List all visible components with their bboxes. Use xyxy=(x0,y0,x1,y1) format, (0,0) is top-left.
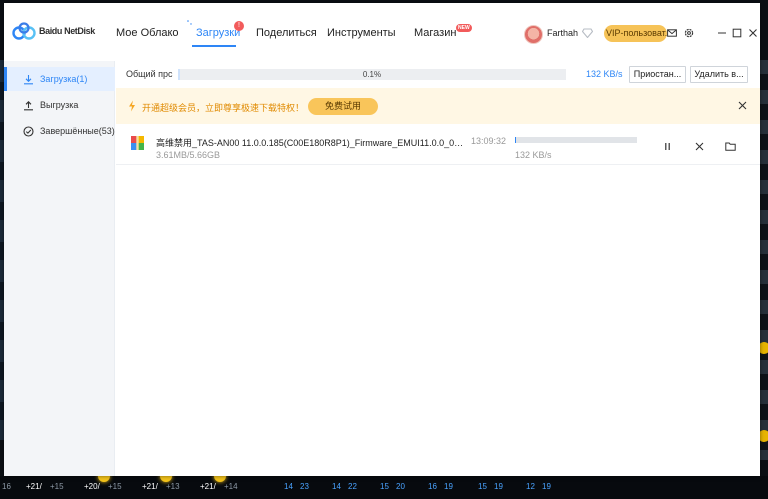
download-progress-fill xyxy=(515,137,516,143)
tab-tools[interactable]: Инструменты xyxy=(327,27,396,39)
downloads-panel: Общий прс 0.1% 132 KB/s Приостан... Удал… xyxy=(116,61,760,476)
active-tab-underline xyxy=(192,45,236,47)
folder-icon[interactable] xyxy=(725,141,736,152)
weather-number: +15 xyxy=(108,482,122,491)
title-bar[interactable]: Baidu NetDisk Мое Облако Загрузки ! Поде… xyxy=(4,3,760,61)
overall-speed: 132 KB/s xyxy=(586,69,623,79)
weather-number: +15 xyxy=(50,482,64,491)
weather-number: 16 xyxy=(2,482,11,491)
weather-number: +21/ xyxy=(200,482,216,491)
sidebar-item-completed[interactable]: Завершённые(53) xyxy=(4,119,115,143)
weather-number: 22 xyxy=(348,482,357,491)
tab-downloads[interactable]: Загрузки xyxy=(196,27,240,39)
download-size: 3.61MB/5.66GB xyxy=(156,150,221,160)
store-new-badge: NEW xyxy=(456,24,472,32)
weather-number: 19 xyxy=(444,482,453,491)
tab-share[interactable]: Поделиться xyxy=(256,27,317,39)
close-icon[interactable] xyxy=(748,28,758,38)
weather-number: 15 xyxy=(380,482,389,491)
weather-number: +21/ xyxy=(142,482,158,491)
delete-all-button[interactable]: Удалить в... xyxy=(690,66,748,83)
sidebar-item-label: Загрузка(1) xyxy=(40,74,88,84)
baidu-netdisk-window: Baidu NetDisk Мое Облако Загрузки ! Поде… xyxy=(4,3,760,476)
weather-number: +13 xyxy=(166,482,180,491)
weather-number: 16 xyxy=(428,482,437,491)
overall-progress-track: 0.1% xyxy=(178,69,566,80)
weather-number: 19 xyxy=(494,482,503,491)
minimize-icon[interactable] xyxy=(717,28,727,38)
weather-number: 12 xyxy=(526,482,535,491)
weather-number: +14 xyxy=(224,482,238,491)
sparkle-icon xyxy=(187,20,192,25)
weather-number: 15 xyxy=(478,482,487,491)
maximize-icon[interactable] xyxy=(732,28,742,38)
overall-progress-percent: 0.1% xyxy=(362,70,382,79)
pause-all-button[interactable]: Приостан... xyxy=(629,66,686,83)
banner-close-icon[interactable] xyxy=(738,101,747,110)
tab-my-cloud[interactable]: Мое Облако xyxy=(116,27,179,39)
vip-promo-banner: 开通超级会员，立即尊享极速下载特权！ 免费试用 xyxy=(116,88,760,124)
tab-store[interactable]: Магазин xyxy=(414,27,456,39)
background-strip-right xyxy=(760,60,768,460)
avatar[interactable] xyxy=(524,25,543,44)
app-logo: Baidu NetDisk xyxy=(12,22,95,40)
overall-progress-label: Общий прс xyxy=(126,69,173,79)
sidebar-item-label: Завершённые(53) xyxy=(40,126,115,136)
weather-number: +20/ xyxy=(84,482,100,491)
cloud-logo-icon xyxy=(12,22,36,40)
weather-number: 23 xyxy=(300,482,309,491)
pause-icon[interactable] xyxy=(662,141,673,152)
weather-number: +21/ xyxy=(26,482,42,491)
download-icon xyxy=(24,74,33,84)
download-speed: 132 KB/s xyxy=(515,150,552,160)
weather-number: 14 xyxy=(332,482,341,491)
vip-promo-text: 开通超级会员，立即尊享极速下载特权！ xyxy=(142,103,305,113)
weather-number: 20 xyxy=(396,482,405,491)
archive-file-icon xyxy=(131,136,144,150)
download-time: 13:09:32 xyxy=(471,136,507,146)
download-progress-track xyxy=(515,137,637,143)
app-logo-text: Baidu NetDisk xyxy=(39,26,95,36)
download-file-name: 高维禁用_TAS-AN00 11.0.0.185(C00E180R8P1)_Fi… xyxy=(156,138,468,148)
cancel-icon[interactable] xyxy=(694,141,705,152)
sidebar-item-uploading[interactable]: Выгрузка xyxy=(4,93,115,117)
diamond-icon[interactable] xyxy=(582,28,593,38)
vip-user-button[interactable]: VIP-пользоват... xyxy=(604,25,667,42)
sidebar-item-label: Выгрузка xyxy=(40,100,79,110)
username[interactable]: Farthah xyxy=(547,28,578,38)
free-trial-button[interactable]: 免费试用 xyxy=(308,98,378,115)
check-circle-icon xyxy=(23,125,34,137)
weather-number: 14 xyxy=(284,482,293,491)
sidebar-item-downloading[interactable]: Загрузка(1) xyxy=(4,67,115,91)
overall-progress-bar: Общий прс 0.1% 132 KB/s Приостан... Удал… xyxy=(116,61,760,85)
weather-number: 19 xyxy=(542,482,551,491)
settings-icon[interactable] xyxy=(684,28,694,38)
table-row[interactable]: 高维禁用_TAS-AN00 11.0.0.185(C00E180R8P1)_Fi… xyxy=(116,127,760,165)
mail-icon[interactable] xyxy=(667,28,677,38)
sidebar: Загрузка(1) Выгрузка Завершённые(53) xyxy=(4,61,115,476)
lightning-icon xyxy=(129,100,135,112)
downloads-alert-badge: ! xyxy=(234,21,244,31)
upload-icon xyxy=(24,100,33,110)
